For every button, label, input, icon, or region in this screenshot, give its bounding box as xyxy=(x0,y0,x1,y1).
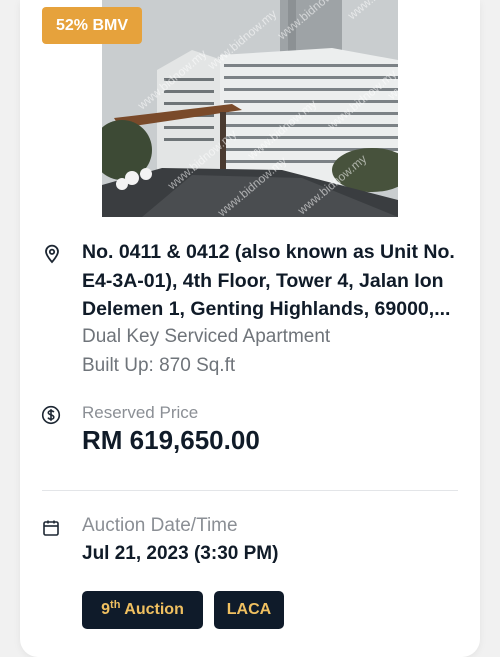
auction-round-number: 9 xyxy=(101,601,111,618)
auction-round-tag[interactable]: 9th Auction xyxy=(82,591,203,629)
auction-round-suffix: th xyxy=(110,599,121,611)
address-line-3: Delemen 1, Genting Highlands, 69000,... xyxy=(82,298,451,320)
property-type: Dual Key Serviced Apartment xyxy=(82,326,331,347)
bmv-badge: 52% BMV xyxy=(42,7,142,44)
laca-tag[interactable]: LACA xyxy=(214,591,284,629)
property-photo-illustration: www.bidnow.mywww.bidnow.mywww.bidnow.my w… xyxy=(102,0,398,217)
divider xyxy=(42,490,458,491)
dollar-circle-icon xyxy=(41,405,61,425)
address-line-2: E4-3A-01), 4th Floor, Tower 4, Jalan Ion xyxy=(82,269,444,292)
built-up-area: Built Up: 870 Sq.ft xyxy=(82,355,236,376)
auction-date-value: Jul 21, 2023 (3:30 PM) xyxy=(82,543,279,564)
map-pin-icon xyxy=(42,244,62,264)
reserved-price-value: RM 619,650.00 xyxy=(82,425,260,455)
calendar-icon xyxy=(41,518,61,538)
auction-round-word: Auction xyxy=(124,601,184,618)
address-line-1: No. 0411 & 0412 (also known as Unit No. xyxy=(82,241,455,263)
property-address[interactable]: No. 0411 & 0412 (also known as Unit No. … xyxy=(82,238,462,324)
reserved-price-label: Reserved Price xyxy=(82,403,199,422)
auction-date-label: Auction Date/Time xyxy=(82,515,238,536)
property-photo[interactable]: www.bidnow.my www.bidnow.my www.bidnow.my w… xyxy=(102,0,398,217)
